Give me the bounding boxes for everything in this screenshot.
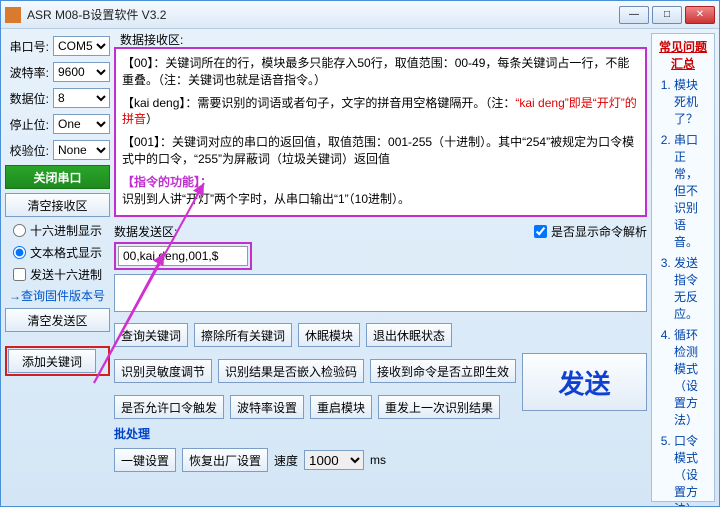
titlebar: ASR M08-B设置软件 V3.2 — □ ✕ bbox=[1, 1, 719, 29]
parity-select[interactable]: None bbox=[53, 140, 110, 160]
recv-p3: 【001】：关键词对应的串口的返回值，取值范围：001-255（十进制）。其中“… bbox=[122, 134, 639, 168]
embed-check-button[interactable]: 识别结果是否嵌入检验码 bbox=[218, 359, 364, 383]
immediate-button[interactable]: 接收到命令是否立即生效 bbox=[370, 359, 516, 383]
speed-unit: ms bbox=[370, 453, 386, 467]
parse-label: 是否显示命令解析 bbox=[551, 223, 647, 240]
send-label: 数据发送区: bbox=[114, 223, 177, 240]
parse-checkbox[interactable] bbox=[534, 225, 547, 238]
stopbit-label: 停止位: bbox=[5, 116, 49, 133]
faq-item[interactable]: 串口正常，但不识别语音。 bbox=[674, 131, 710, 250]
restart-button[interactable]: 重启模块 bbox=[310, 395, 372, 419]
send-button[interactable]: 发送 bbox=[522, 353, 647, 411]
clear-recv-button[interactable]: 清空接收区 bbox=[5, 193, 110, 217]
stopbit-select[interactable]: One bbox=[53, 114, 110, 134]
maximize-button[interactable]: □ bbox=[652, 6, 682, 24]
baud-label: 波特率: bbox=[5, 64, 49, 81]
restore-button[interactable]: 恢复出厂设置 bbox=[182, 448, 268, 472]
window-title: ASR M08-B设置软件 V3.2 bbox=[27, 6, 619, 23]
baud-select[interactable]: 9600 bbox=[53, 62, 110, 82]
exit-sleep-button[interactable]: 退出休眠状态 bbox=[366, 323, 452, 347]
faq-item[interactable]: 循环检测模式（设置方法） bbox=[674, 326, 710, 428]
clear-send-button[interactable]: 清空发送区 bbox=[5, 308, 110, 332]
send-value-input[interactable] bbox=[118, 246, 248, 266]
databit-select[interactable]: 8 bbox=[53, 88, 110, 108]
faq-item[interactable]: 发送指令无反应。 bbox=[674, 254, 710, 322]
send-textarea[interactable] bbox=[114, 274, 647, 312]
send-hex-checkbox[interactable] bbox=[13, 268, 26, 281]
parity-label: 校验位: bbox=[5, 142, 49, 159]
hex-display-radio[interactable] bbox=[13, 224, 26, 237]
close-port-button[interactable]: 关闭串口 bbox=[5, 165, 110, 189]
query-keyword-button[interactable]: 查询关键词 bbox=[114, 323, 188, 347]
faq-panel: 常见问题汇总 模块死机了？ 串口正常，但不识别语音。 发送指令无反应。 循环检测… bbox=[651, 33, 715, 502]
databit-label: 数据位: bbox=[5, 90, 49, 107]
port-select[interactable]: COM5 bbox=[53, 36, 110, 56]
add-keyword-button[interactable]: 添加关键词 bbox=[8, 349, 96, 373]
left-panel: 串口号: COM5 波特率: 9600 数据位: 8 停止位: One 校验位:… bbox=[5, 33, 110, 502]
allow-trigger-button[interactable]: 是否允许口令触发 bbox=[114, 395, 224, 419]
recv-label: 数据接收区: bbox=[120, 31, 183, 48]
sleep-button[interactable]: 休眠模块 bbox=[298, 323, 360, 347]
faq-list: 模块死机了？ 串口正常，但不识别语音。 发送指令无反应。 循环检测模式（设置方法… bbox=[656, 76, 710, 506]
close-button[interactable]: ✕ bbox=[685, 6, 715, 24]
onekey-button[interactable]: 一键设置 bbox=[114, 448, 176, 472]
speed-select[interactable]: 1000 bbox=[304, 450, 364, 470]
redo-button[interactable]: 重发上一次识别结果 bbox=[378, 395, 500, 419]
port-label: 串口号: bbox=[5, 38, 49, 55]
faq-title: 常见问题汇总 bbox=[656, 38, 710, 72]
text-display-label: 文本格式显示 bbox=[30, 244, 102, 261]
minimize-button[interactable]: — bbox=[619, 6, 649, 24]
text-display-radio[interactable] bbox=[13, 246, 26, 259]
middle-panel: 数据接收区: 【00】：关键词所在的行，模块最多只能存入50行，取值范围：00-… bbox=[114, 33, 647, 502]
hex-display-label: 十六进制显示 bbox=[30, 222, 102, 239]
baud-set-button[interactable]: 波特率设置 bbox=[230, 395, 304, 419]
faq-item[interactable]: 口令模式（设置方法） bbox=[674, 432, 710, 506]
app-icon bbox=[5, 7, 21, 23]
faq-item[interactable]: 模块死机了？ bbox=[674, 76, 710, 127]
recv-area: 【00】：关键词所在的行，模块最多只能存入50行，取值范围：00-49，每条关键… bbox=[114, 47, 647, 217]
erase-all-button[interactable]: 擦除所有关键词 bbox=[194, 323, 292, 347]
firmware-link[interactable]: →查询固件版本号 bbox=[5, 287, 110, 304]
sensitivity-button[interactable]: 识别灵敏度调节 bbox=[114, 359, 212, 383]
speed-label: 速度 bbox=[274, 452, 298, 469]
send-hex-label: 发送十六进制 bbox=[30, 266, 102, 283]
app-window: ASR M08-B设置软件 V3.2 — □ ✕ 串口号: COM5 波特率: … bbox=[0, 0, 720, 507]
batch-title: 批处理 bbox=[114, 425, 647, 442]
recv-p1: 【00】：关键词所在的行，模块最多只能存入50行，取值范围：00-49，每条关键… bbox=[122, 55, 639, 89]
